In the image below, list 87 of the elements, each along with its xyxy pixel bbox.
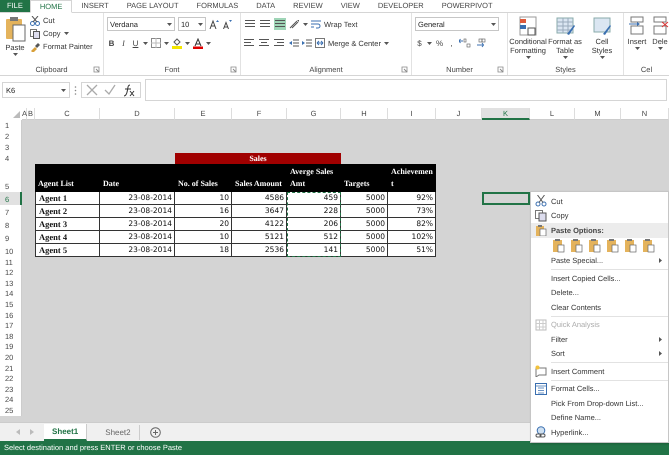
paste-option-icon[interactable] (642, 238, 655, 253)
grid-icon (535, 318, 547, 331)
caret-icon (64, 32, 69, 35)
caret-icon[interactable] (206, 42, 211, 44)
checkmark-icon[interactable] (104, 84, 116, 96)
caret-icon (658, 47, 662, 50)
table-header-cell: Targets (341, 164, 388, 192)
clipboard-icon (535, 224, 547, 236)
grip-icon (74, 86, 77, 94)
table-cell: Agent 2 (35, 205, 100, 218)
copy-icon (30, 28, 40, 38)
paste-option-icon[interactable] (552, 238, 565, 253)
globe-link-icon (535, 426, 547, 438)
paste-option-icon[interactable] (624, 238, 637, 253)
caret-icon (634, 47, 640, 50)
borders-icon[interactable] (151, 38, 161, 48)
table-cell: Agent 1 (35, 192, 100, 205)
text-align-icon[interactable] (244, 37, 256, 49)
italic-button[interactable]: I (119, 38, 128, 48)
conditional-format-icon (518, 16, 538, 36)
caret-icon[interactable] (427, 42, 432, 44)
selected-cell[interactable] (482, 192, 530, 205)
function-icon[interactable] (122, 84, 136, 96)
paste-option-icon[interactable] (588, 238, 601, 253)
caret-icon (526, 56, 530, 59)
merge-cells-icon (315, 38, 325, 48)
add-sheet-icon[interactable] (150, 426, 161, 438)
table-cell: Agent 4 (35, 231, 100, 244)
orientation-icon[interactable] (289, 19, 300, 29)
increase-decimal-icon[interactable] (459, 38, 471, 48)
caret-icon (384, 42, 389, 44)
clipboard-icon (3, 16, 27, 42)
caret-icon (562, 56, 568, 59)
sheet-tab[interactable]: Sheet2 (97, 424, 140, 440)
table-list-icon (535, 382, 547, 395)
table-header-cell: Achievement (388, 164, 436, 192)
cell-style-icon (592, 16, 612, 36)
caret-icon (167, 22, 172, 26)
vertical-align-icon[interactable] (259, 18, 271, 30)
shrink-font-icon[interactable] (222, 19, 232, 29)
vertical-align-icon[interactable] (274, 18, 286, 30)
wrap-text-icon (311, 19, 321, 29)
caret-icon[interactable] (143, 42, 148, 44)
table-header-cell: Sales Amount (232, 164, 287, 192)
grow-font-icon[interactable] (209, 19, 219, 29)
copy-icon (535, 210, 547, 222)
caret-icon[interactable] (185, 42, 190, 44)
caret-icon[interactable] (164, 42, 169, 44)
formula-input[interactable] (145, 79, 667, 101)
vertical-align-icon[interactable] (244, 18, 256, 30)
table-header-cell: Date (100, 164, 175, 192)
decrease-indent-icon[interactable] (289, 38, 299, 48)
table-style-icon (555, 16, 575, 36)
caret-icon (12, 53, 18, 56)
decrease-decimal-icon[interactable] (474, 38, 486, 48)
text-align-icon[interactable] (274, 37, 286, 49)
table-cell: Agent 5 (35, 244, 100, 257)
comma-button[interactable]: , (447, 38, 456, 48)
underline-button[interactable]: U (131, 38, 140, 48)
brush-icon (30, 42, 40, 52)
paste-option-icon[interactable] (570, 238, 583, 253)
caret-icon (600, 56, 604, 59)
text-align-icon[interactable] (259, 37, 271, 49)
increase-indent-icon[interactable] (302, 38, 312, 48)
table-cell: Agent 3 (35, 218, 100, 231)
percent-button[interactable]: % (435, 38, 444, 48)
fill-color-icon[interactable] (172, 38, 182, 48)
caret-icon (198, 22, 203, 26)
table-header-cell: No. of Sales (175, 164, 232, 192)
caret-icon (491, 22, 496, 26)
scissors-icon (535, 195, 547, 208)
dialog-launcher-icon[interactable] (230, 66, 237, 73)
note-icon (535, 365, 547, 378)
dialog-launcher-icon[interactable] (93, 66, 100, 73)
table-title: Sales (175, 153, 341, 164)
font-color-icon[interactable] (193, 38, 203, 48)
table-header-cell: Agent List (35, 164, 100, 192)
caret-icon[interactable] (303, 22, 308, 26)
caret-icon (61, 88, 66, 92)
sheet-tab[interactable]: Sheet1 (44, 424, 88, 440)
currency-button[interactable]: $ (415, 38, 424, 48)
paste-option-icon[interactable] (606, 238, 619, 253)
dialog-launcher-icon[interactable] (401, 66, 408, 73)
bold-button[interactable]: B (107, 38, 116, 48)
table-header-cell: Averge Sales Amt (287, 164, 341, 192)
dialog-launcher-icon[interactable] (497, 66, 504, 73)
scissors-icon (30, 16, 40, 26)
